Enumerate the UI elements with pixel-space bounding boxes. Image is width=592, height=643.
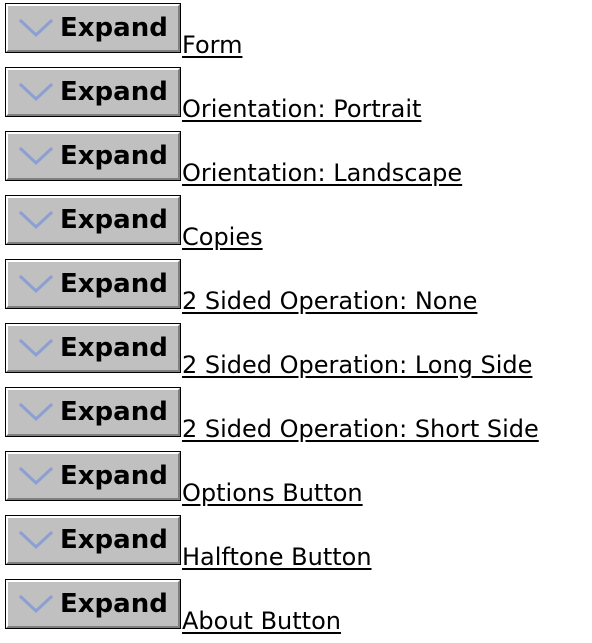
list-item: Expand Halftone Button [0,512,592,576]
expand-button[interactable]: Expand [5,195,181,245]
list-item: Expand Options Button [0,448,592,512]
chevron-down-icon [18,530,54,550]
chevron-down-icon [18,146,54,166]
expand-button-label: Expand [60,77,168,107]
chevron-down-icon [18,18,54,38]
expand-button-label: Expand [60,525,168,555]
expand-button[interactable]: Expand [5,579,181,629]
list-item: Expand 2 Sided Operation: Long Side [0,320,592,384]
chevron-down-icon [18,466,54,486]
topic-link[interactable]: 2 Sided Operation: Short Side [182,413,539,445]
expand-button-label: Expand [60,141,168,171]
topic-link[interactable]: 2 Sided Operation: None [182,285,477,317]
expand-button[interactable]: Expand [5,67,181,117]
expand-button[interactable]: Expand [5,3,181,53]
topic-link[interactable]: Form [182,29,242,61]
topic-link[interactable]: Copies [182,221,263,253]
chevron-down-icon [18,402,54,422]
list-item: Expand Orientation: Landscape [0,128,592,192]
topic-link[interactable]: Halftone Button [182,541,372,573]
topic-link[interactable]: About Button [182,605,341,637]
list-item: Expand Orientation: Portrait [0,64,592,128]
chevron-down-icon [18,594,54,614]
expand-button-label: Expand [60,205,168,235]
topic-link[interactable]: Orientation: Landscape [182,157,462,189]
list-item: Expand 2 Sided Operation: Short Side [0,384,592,448]
list-item: Expand Form [0,0,592,64]
expand-button[interactable]: Expand [5,323,181,373]
topic-list: Expand Form Expand Orientation: Portrait… [0,0,592,640]
chevron-down-icon [18,82,54,102]
chevron-down-icon [18,338,54,358]
expand-button[interactable]: Expand [5,515,181,565]
topic-link[interactable]: Orientation: Portrait [182,93,421,125]
expand-button-label: Expand [60,589,168,619]
expand-button-label: Expand [60,397,168,427]
expand-button-label: Expand [60,461,168,491]
chevron-down-icon [18,210,54,230]
expand-button-label: Expand [60,269,168,299]
expand-button[interactable]: Expand [5,259,181,309]
expand-button-label: Expand [60,13,168,43]
list-item: Expand Copies [0,192,592,256]
expand-button[interactable]: Expand [5,131,181,181]
chevron-down-icon [18,274,54,294]
expand-button-label: Expand [60,333,168,363]
expand-button[interactable]: Expand [5,387,181,437]
expand-button[interactable]: Expand [5,451,181,501]
topic-link[interactable]: 2 Sided Operation: Long Side [182,349,532,381]
list-item: Expand 2 Sided Operation: None [0,256,592,320]
topic-link[interactable]: Options Button [182,477,363,509]
list-item: Expand About Button [0,576,592,640]
